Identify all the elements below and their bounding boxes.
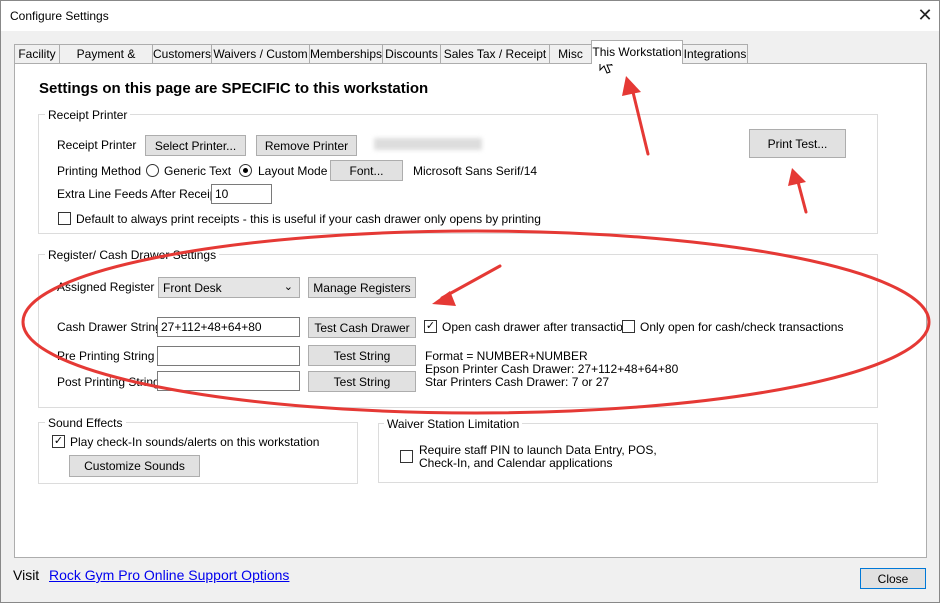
annotation-overlay xyxy=(21,50,931,415)
arrow-to-tab xyxy=(630,86,650,156)
highlight-ellipse xyxy=(21,229,931,415)
arrowhead-print-test xyxy=(788,168,806,186)
arrowhead-tab xyxy=(622,76,641,96)
tab-this-workstation[interactable]: This Workstation xyxy=(591,40,683,64)
